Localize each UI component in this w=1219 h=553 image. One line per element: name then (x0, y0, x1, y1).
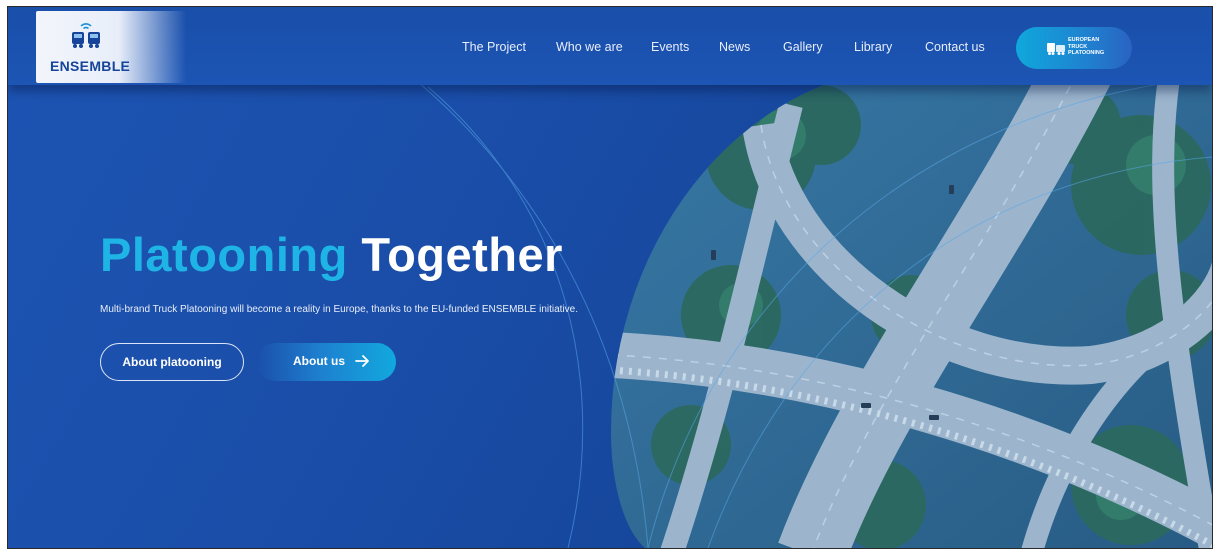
arrow-right-icon (355, 355, 369, 367)
trucks-wifi-icon (72, 23, 100, 48)
headline-rest: Together (361, 228, 563, 281)
about-us-button[interactable]: About us (256, 343, 396, 381)
european-truck-platooning-button[interactable]: EUROPEAN TRUCK PLATOONING (1016, 27, 1132, 69)
hero-image (611, 65, 1212, 548)
truck-platoon-icon (1047, 43, 1065, 55)
top-navbar: ENSEMBLE The Project Who we are Events N… (8, 7, 1212, 85)
headline-highlight: Platooning (100, 228, 348, 281)
nav-item-contact-us[interactable]: Contact us (925, 40, 985, 54)
about-us-label: About us (293, 354, 345, 368)
about-platooning-button[interactable]: About platooning (100, 343, 244, 381)
nav-item-the-project[interactable]: The Project (462, 40, 526, 54)
partner-logo-text: EUROPEAN TRUCK PLATOONING (1068, 37, 1118, 57)
nav-item-gallery[interactable]: Gallery (783, 40, 823, 54)
nav-item-news[interactable]: News (719, 40, 750, 54)
nav-item-events[interactable]: Events (651, 40, 689, 54)
nav-item-who-we-are[interactable]: Who we are (556, 40, 623, 54)
hero-headline: Platooning Together (100, 227, 563, 282)
hero-subtext: Multi-brand Truck Platooning will become… (100, 304, 579, 315)
partner-line-3: PLATOONING (1068, 50, 1105, 56)
brand-name: ENSEMBLE (50, 58, 131, 74)
page-frame: ENSEMBLE The Project Who we are Events N… (7, 6, 1213, 549)
brand-logo[interactable]: ENSEMBLE (36, 11, 186, 83)
nav-item-library[interactable]: Library (854, 40, 892, 54)
